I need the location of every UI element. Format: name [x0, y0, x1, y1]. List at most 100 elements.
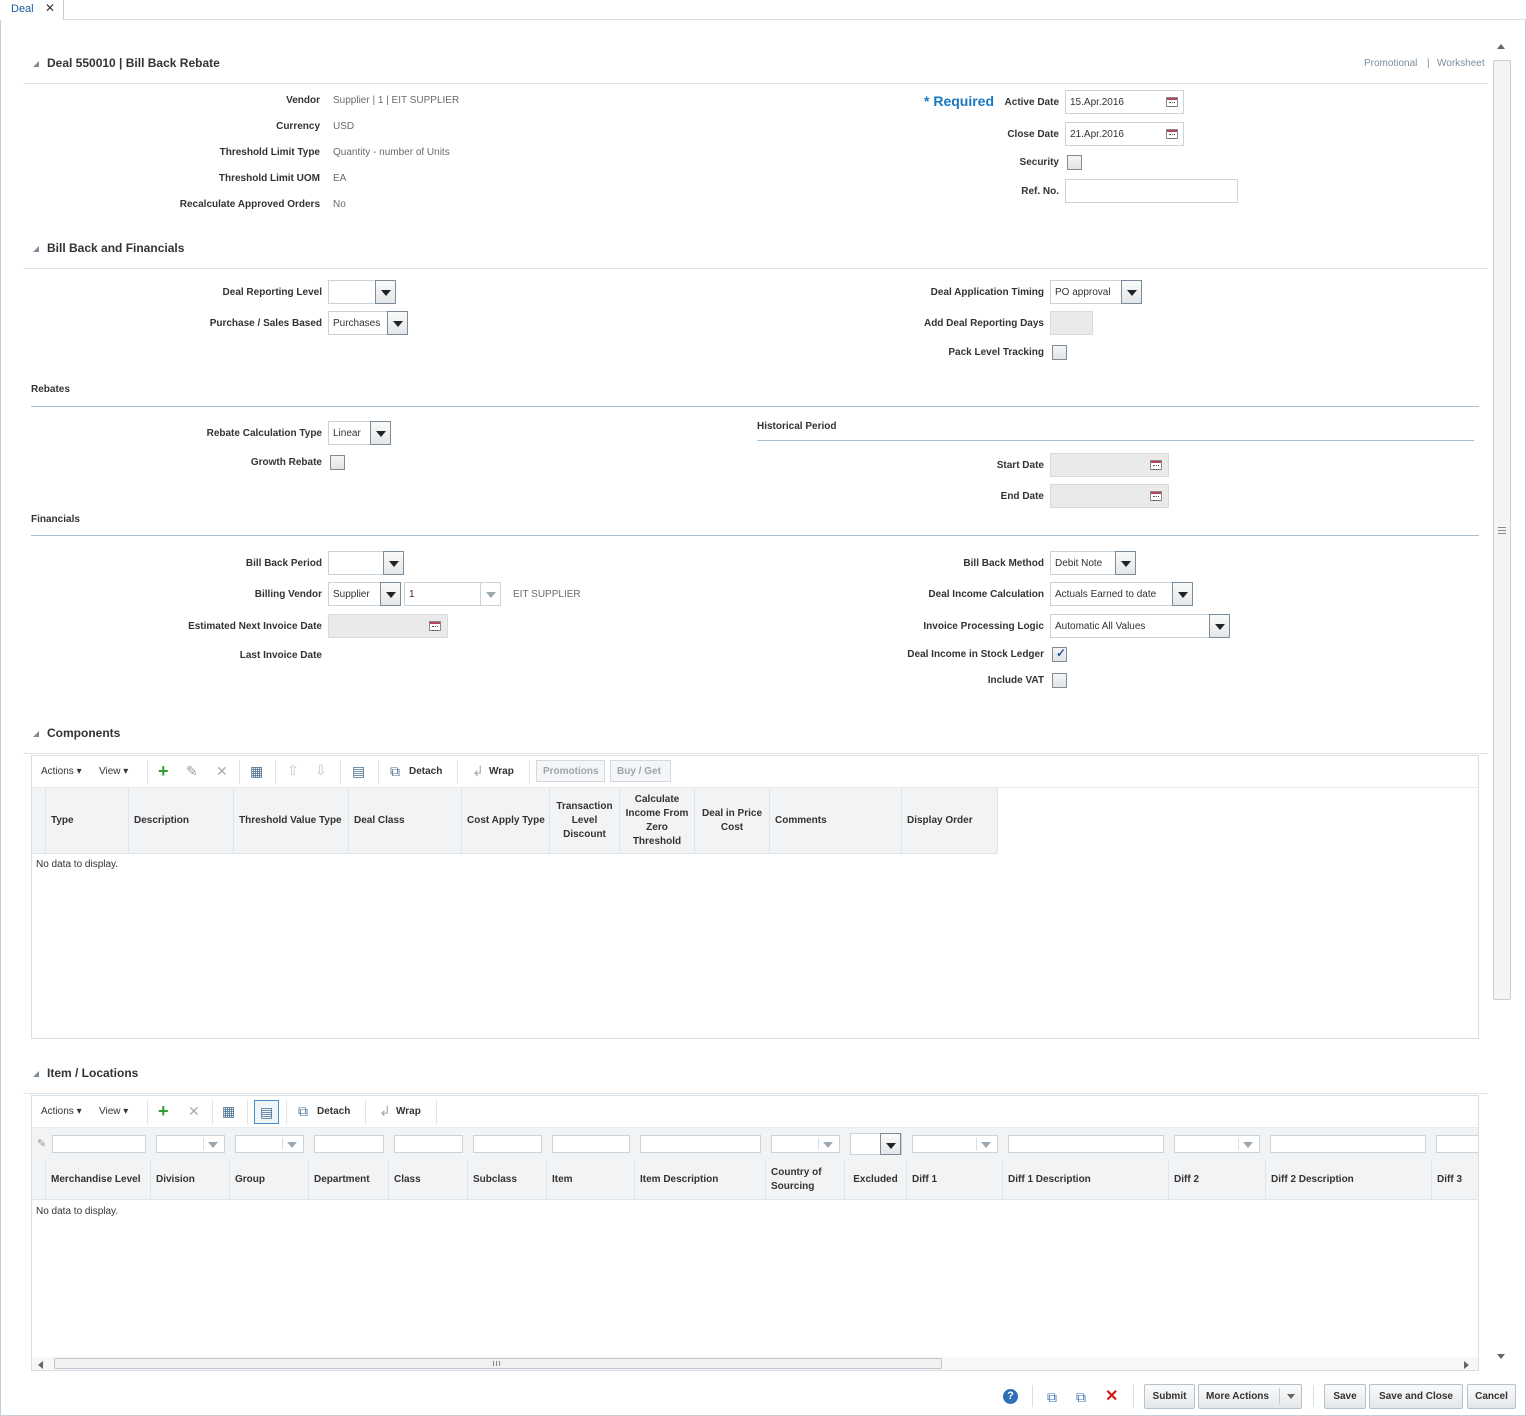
include-vat-checkbox[interactable] [1052, 673, 1067, 688]
column-header[interactable]: Merchandise Level [46, 1160, 151, 1200]
purchase-sales-select[interactable]: Purchases [328, 311, 388, 335]
column-header[interactable]: Display Order [902, 788, 998, 854]
chevron-down-icon[interactable] [880, 1133, 901, 1155]
chevron-down-icon[interactable] [370, 421, 391, 445]
vertical-scroll-thumb[interactable] [1493, 60, 1511, 1000]
column-header[interactable]: Calculate Income From Zero Threshold [620, 788, 695, 854]
column-header[interactable]: Class [389, 1160, 468, 1200]
filter-input[interactable] [640, 1135, 761, 1153]
column-header[interactable]: Comments [770, 788, 902, 854]
detach-button[interactable]: Detach [409, 766, 442, 777]
column-header[interactable]: Diff 2 [1169, 1160, 1266, 1200]
stock-ledger-checkbox[interactable]: ✓ [1052, 646, 1067, 662]
filter-input[interactable] [1436, 1135, 1478, 1153]
move-up-icon[interactable]: ⇧ [287, 763, 299, 777]
column-header[interactable]: Item [547, 1160, 635, 1200]
column-header[interactable]: Diff 3 [1432, 1160, 1478, 1200]
column-header[interactable]: Group [230, 1160, 309, 1200]
column-header[interactable]: Deal in Price Cost [695, 788, 770, 854]
wrap-icon[interactable]: ↲ [472, 764, 484, 778]
detach-icon[interactable]: ⧉ [390, 764, 400, 778]
add-icon[interactable]: + [158, 762, 169, 780]
save-and-close-button[interactable]: Save and Close [1369, 1384, 1463, 1409]
collapse-icon[interactable] [33, 246, 39, 252]
filter-input[interactable] [314, 1135, 384, 1153]
filter-select[interactable] [912, 1135, 998, 1153]
wrap-button[interactable]: Wrap [396, 1106, 421, 1117]
column-header[interactable]: Description [129, 788, 234, 854]
filter-input[interactable] [394, 1135, 463, 1153]
filter-select[interactable] [235, 1135, 304, 1153]
calendar-icon[interactable] [1166, 129, 1178, 139]
collapse-icon[interactable] [33, 731, 39, 737]
view-menu[interactable]: View ▾ [99, 766, 128, 777]
scroll-down-icon[interactable] [1497, 1354, 1505, 1359]
scroll-right-icon[interactable] [1464, 1361, 1469, 1369]
detach-icon[interactable]: ⧉ [298, 1104, 308, 1118]
filter-input[interactable] [552, 1135, 630, 1153]
filter-input[interactable] [473, 1135, 542, 1153]
delete-icon[interactable]: ✕ [216, 764, 228, 778]
save-button[interactable]: Save [1324, 1384, 1366, 1409]
promotional-link[interactable]: Promotional [1364, 58, 1417, 69]
filter-input[interactable] [52, 1135, 146, 1153]
buy-get-button[interactable]: Buy / Get [610, 760, 671, 782]
scroll-up-icon[interactable] [1497, 44, 1505, 49]
column-header[interactable]: Cost Apply Type [462, 788, 550, 854]
horizontal-scroll-thumb[interactable] [54, 1358, 942, 1369]
previous-record-icon[interactable]: ⧉ [1047, 1390, 1057, 1404]
column-header[interactable]: Type [46, 788, 129, 854]
next-record-icon[interactable]: ⧉ [1076, 1390, 1086, 1404]
export-icon[interactable]: ▦ [222, 1104, 235, 1118]
filter-select[interactable] [156, 1135, 225, 1153]
column-header[interactable]: Department [309, 1160, 389, 1200]
column-header[interactable]: Item Description [635, 1160, 766, 1200]
chevron-down-icon[interactable] [387, 311, 408, 335]
pack-tracking-checkbox[interactable] [1052, 345, 1067, 360]
move-down-icon[interactable]: ⇩ [315, 763, 327, 777]
column-header[interactable]: Subclass [468, 1160, 547, 1200]
add-days-input[interactable] [1050, 311, 1093, 335]
query-by-example-toggle[interactable]: ▤ [254, 1100, 279, 1124]
actions-menu[interactable]: Actions ▾ [41, 766, 82, 777]
ref-no-input[interactable] [1065, 179, 1238, 203]
cancel-button[interactable]: Cancel [1467, 1384, 1516, 1409]
column-header[interactable]: Threshold Value Type [234, 788, 349, 854]
filter-input[interactable] [1008, 1135, 1164, 1153]
calendar-icon[interactable] [1150, 460, 1162, 470]
calendar-icon[interactable] [1150, 491, 1162, 501]
filter-select[interactable] [1174, 1135, 1260, 1153]
collapse-icon[interactable] [33, 61, 39, 67]
column-header[interactable]: Diff 2 Description [1266, 1160, 1432, 1200]
chevron-down-icon[interactable] [1172, 582, 1193, 606]
reporting-level-select[interactable] [328, 280, 376, 304]
close-icon[interactable]: ✕ [45, 1, 55, 15]
growth-rebate-checkbox[interactable] [330, 455, 345, 470]
view-menu[interactable]: View ▾ [99, 1106, 128, 1117]
detach-button[interactable]: Detach [317, 1106, 350, 1117]
scroll-left-icon[interactable] [38, 1361, 43, 1369]
column-header[interactable]: Diff 1 Description [1003, 1160, 1169, 1200]
add-icon[interactable]: + [158, 1102, 169, 1120]
calendar-icon[interactable] [429, 621, 441, 631]
chevron-down-icon[interactable] [380, 582, 401, 606]
chevron-down-icon[interactable] [375, 280, 396, 304]
column-header[interactable]: Diff 1 [907, 1160, 1003, 1200]
chevron-down-icon[interactable] [1209, 614, 1230, 638]
bill-back-method-select[interactable]: Debit Note [1050, 551, 1116, 575]
delete-record-icon[interactable]: ✕ [1105, 1389, 1118, 1405]
billing-vendor-id-select[interactable]: 1 [404, 582, 484, 606]
wrap-button[interactable]: Wrap [489, 766, 514, 777]
horizontal-scrollbar[interactable] [32, 1357, 1478, 1370]
income-calc-select[interactable]: Actuals Earned to date [1050, 582, 1173, 606]
rebate-calc-type-select[interactable]: Linear [328, 421, 371, 445]
collapse-icon[interactable] [33, 1071, 39, 1077]
help-icon[interactable]: ? [1003, 1389, 1018, 1404]
tab-deal[interactable]: Deal ✕ [0, 0, 64, 20]
invoice-logic-select[interactable]: Automatic All Values [1050, 614, 1210, 638]
column-header[interactable]: Country of Sourcing [766, 1160, 845, 1200]
excluded-filter-select[interactable] [850, 1133, 902, 1155]
promotions-button[interactable]: Promotions [536, 760, 605, 782]
more-actions-button[interactable]: More Actions [1198, 1384, 1302, 1409]
chevron-down-icon[interactable] [383, 551, 404, 575]
